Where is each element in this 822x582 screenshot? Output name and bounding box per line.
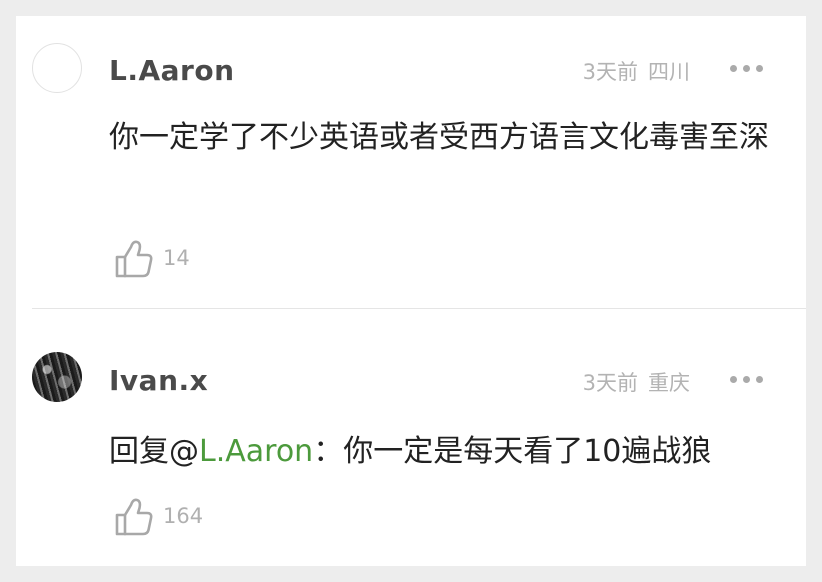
like-count: 164 xyxy=(163,504,204,528)
comment-username[interactable]: Ivan.x xyxy=(109,364,208,397)
comment-meta: 3天前 四川 xyxy=(583,56,690,86)
comment-text: 你一定学了不少英语或者受西方语言文化毒害至深 xyxy=(109,120,769,155)
comment-location: 重庆 xyxy=(648,371,690,395)
more-dots-icon[interactable] xyxy=(728,63,766,73)
comment-meta: 3天前 重庆 xyxy=(583,367,690,397)
reply-mention-link[interactable]: L.Aaron xyxy=(199,434,313,469)
reply-separator: ： xyxy=(313,434,344,469)
comment-item: Ivan.x 3天前 重庆 回复@L.Aaron：你一定是每天看了10遍战狼 16… xyxy=(16,308,806,566)
comment-card: L.Aaron 3天前 四川 你一定学了不少英语或者受西方语言文化毒害至深 14 … xyxy=(16,16,806,566)
user-avatar[interactable] xyxy=(32,43,82,93)
reply-text: 你一定是每天看了10遍战狼 xyxy=(343,434,712,469)
comment-text: 回复@L.Aaron：你一定是每天看了10遍战狼 xyxy=(109,426,769,477)
comment-time: 3天前 xyxy=(582,371,638,395)
comment-time: 3天前 xyxy=(582,60,638,84)
more-dots-icon[interactable] xyxy=(728,374,766,384)
reply-prefix: 回复@ xyxy=(109,434,199,469)
thumbs-up-icon xyxy=(115,240,153,278)
comment-location: 四川 xyxy=(648,60,690,84)
like-count: 14 xyxy=(163,246,190,270)
comment-item: L.Aaron 3天前 四川 你一定学了不少英语或者受西方语言文化毒害至深 14 xyxy=(16,16,806,308)
comment-username[interactable]: L.Aaron xyxy=(109,54,235,87)
user-avatar[interactable] xyxy=(32,352,82,402)
thumbs-up-icon xyxy=(115,498,153,536)
